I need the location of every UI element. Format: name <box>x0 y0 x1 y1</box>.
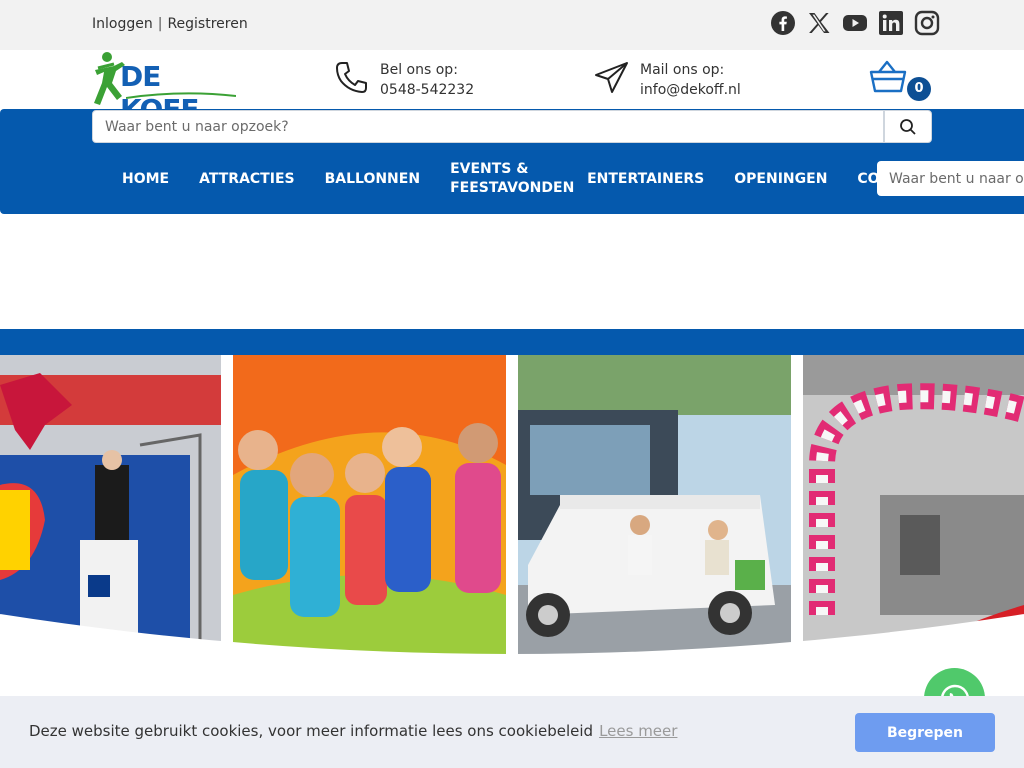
main-search <box>92 110 932 143</box>
nav-item-entertainers[interactable]: ENTERTAINERS <box>572 170 719 189</box>
youtube-icon[interactable] <box>842 10 868 36</box>
search-button[interactable] <box>884 110 932 143</box>
login-link[interactable]: Inloggen <box>92 16 153 32</box>
photo-kids-bouncy-castle <box>233 355 506 655</box>
x-icon[interactable] <box>806 10 832 36</box>
main-nav: HOME ATTRACTIES BALLONNEN EVENTS & FEEST… <box>107 150 945 208</box>
mail-address: info@dekoff.nl <box>640 82 741 98</box>
mail-contact[interactable]: Mail ons op: info@dekoff.nl <box>594 60 741 100</box>
cookie-banner: Deze website gebruikt cookies, voor meer… <box>0 696 1024 768</box>
phone-text: Bel ons op: 0548-542232 <box>380 60 474 100</box>
paper-plane-icon <box>595 62 628 93</box>
hero-top-band <box>0 329 1024 355</box>
nav-item-home[interactable]: HOME <box>107 170 184 189</box>
cookie-message: Deze website gebruikt cookies, voor meer… <box>29 722 677 740</box>
site-header: DE KOFF Bel ons op: 0548-542232 Mail ons… <box>0 50 1024 126</box>
phone-contact[interactable]: Bel ons op: 0548-542232 <box>334 60 474 100</box>
nav-item-attracties[interactable]: ATTRACTIES <box>184 170 309 189</box>
phone-icon <box>336 62 367 93</box>
search-input[interactable] <box>92 110 884 143</box>
cookie-text: Deze website gebruikt cookies, voor meer… <box>29 722 594 740</box>
site-logo[interactable]: DE KOFF <box>92 50 242 126</box>
auth-links: Inloggen | Registreren <box>92 16 248 32</box>
top-bar: Inloggen | Registreren <box>0 0 1024 50</box>
nav-item-ballonnen[interactable]: BALLONNEN <box>310 170 435 189</box>
cart[interactable]: 0 <box>869 60 933 102</box>
register-link[interactable]: Registreren <box>167 16 247 32</box>
photo-balloon-arch <box>803 355 1024 655</box>
cookie-accept-button[interactable]: Begrepen <box>855 713 995 752</box>
nav-item-openingen[interactable]: OPENINGEN <box>719 170 842 189</box>
phone-number: 0548-542232 <box>380 82 475 98</box>
cart-count-badge: 0 <box>907 77 931 101</box>
mail-label: Mail ons op: <box>640 62 725 78</box>
cookie-read-more-link[interactable]: Lees meer <box>599 722 677 740</box>
mail-text: Mail ons op: info@dekoff.nl <box>640 60 741 100</box>
search-icon <box>900 118 916 135</box>
linkedin-icon[interactable] <box>878 10 904 36</box>
auth-separator: | <box>157 16 163 32</box>
nav-search-input[interactable] <box>877 161 1024 196</box>
hero-photos <box>0 355 1024 656</box>
instagram-icon[interactable] <box>914 10 940 36</box>
facebook-icon[interactable] <box>770 10 796 36</box>
phone-label: Bel ons op: <box>380 62 458 78</box>
photo-opening-event <box>0 355 221 655</box>
photo-electric-cart <box>518 355 791 655</box>
basket-icon <box>869 60 907 93</box>
social-links <box>770 10 940 36</box>
hero-collage <box>0 355 1024 695</box>
nav-item-events[interactable]: EVENTS & FEESTAVONDEN <box>435 160 574 198</box>
logo-swoosh-icon <box>126 92 236 99</box>
